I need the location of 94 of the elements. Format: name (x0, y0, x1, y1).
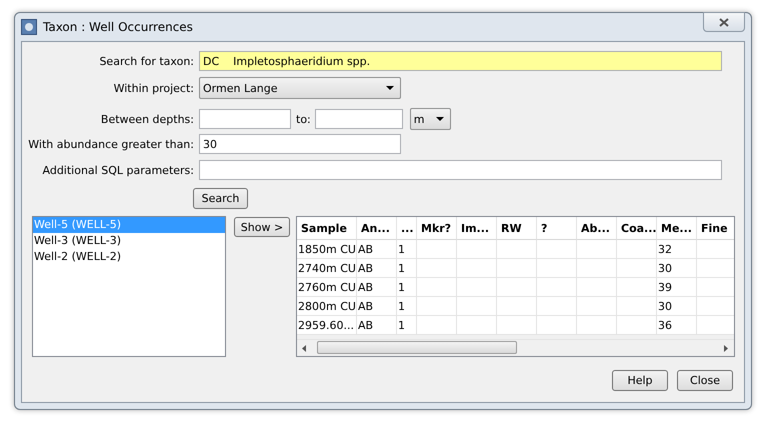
table-cell: 2760m CU (297, 278, 357, 297)
table-cell (457, 297, 497, 316)
table-cell: 2740m CU (297, 259, 357, 278)
input-field[interactable] (199, 109, 291, 129)
table-cell (577, 297, 617, 316)
scroll-left-icon (302, 344, 306, 352)
unit-dropdown[interactable]: m (410, 108, 451, 130)
dropdown-arrow-icon (386, 86, 394, 90)
table-cell: 1 (397, 297, 417, 316)
show-button[interactable]: Show > (234, 217, 290, 237)
input-field[interactable] (314, 109, 403, 129)
table-cell: 36 (657, 316, 697, 335)
input-field[interactable]: DC Impletosphaeridium spp. (199, 51, 722, 71)
table-cell (457, 240, 497, 259)
field-label: Between depths: (100, 112, 195, 126)
table-cell (697, 259, 734, 278)
column-header[interactable]: ? (537, 217, 577, 240)
field-label: Additional SQL parameters: (42, 164, 195, 176)
column-header[interactable]: RW (497, 217, 537, 240)
list-item[interactable]: Well-2 (WELL-2) (33, 249, 225, 265)
table-cell (417, 316, 457, 335)
table-cell (697, 316, 734, 335)
column-header[interactable]: Me... (657, 217, 697, 240)
dropdown-arrow-icon (436, 117, 444, 121)
table-cell (617, 297, 657, 316)
table-cell (457, 316, 497, 335)
horizontal-scrollbar[interactable] (297, 339, 734, 356)
table-cell: 1 (397, 316, 417, 335)
table-cell (497, 259, 537, 278)
table-cell: 1 (397, 259, 417, 278)
scroll-right-icon (724, 344, 728, 352)
table-cell (577, 278, 617, 297)
table-cell (537, 259, 577, 278)
table-cell (697, 278, 734, 297)
project-dropdown[interactable]: Ormen Lange (199, 77, 401, 99)
table-cell: 1 (397, 278, 417, 297)
column-header[interactable]: Sample (297, 217, 357, 240)
table-cell (577, 240, 617, 259)
table-cell (417, 278, 457, 297)
table-cell: AB (357, 259, 397, 278)
field-label: With abundance greater than: (27, 138, 195, 150)
window-title: Taxon : Well Occurrences (43, 20, 193, 34)
app-icon (21, 19, 37, 35)
table-cell (577, 316, 617, 335)
column-header[interactable]: ... (397, 217, 417, 240)
table-cell: 30 (657, 297, 697, 316)
column-header[interactable]: Coa... (617, 217, 657, 240)
table-cell (497, 297, 537, 316)
close-button[interactable] (703, 12, 745, 32)
column-header[interactable]: Ab... (577, 217, 617, 240)
table-cell: 2959.60... (297, 316, 357, 335)
table-cell (497, 278, 537, 297)
table-cell: 30 (657, 259, 697, 278)
table-cell: 1 (397, 240, 417, 259)
list-item[interactable]: Well-3 (WELL-3) (33, 233, 225, 249)
field-label: Within project: (112, 82, 195, 94)
table-cell: 32 (657, 240, 697, 259)
dialog-button[interactable]: Close (677, 370, 733, 391)
field-label: Search for taxon: (98, 54, 195, 68)
column-header[interactable]: Mkr? (417, 217, 457, 240)
table-cell (417, 297, 457, 316)
table-cell (417, 259, 457, 278)
table-cell (457, 259, 497, 278)
table-cell (697, 297, 734, 316)
table-cell (537, 278, 577, 297)
table-cell (497, 316, 537, 335)
table-cell (457, 278, 497, 297)
table-cell (617, 278, 657, 297)
table-cell (537, 297, 577, 316)
table-cell: AB (357, 240, 397, 259)
table-cell (617, 316, 657, 335)
table-cell: AB (357, 278, 397, 297)
table-cell (617, 240, 657, 259)
column-header[interactable]: An... (357, 217, 397, 240)
table-cell (497, 240, 537, 259)
table-cell: AB (357, 316, 397, 335)
table-cell (697, 240, 734, 259)
column-header[interactable]: Im... (457, 217, 497, 240)
input-field[interactable]: 30 (199, 134, 401, 154)
table-cell (617, 259, 657, 278)
field-label: to: (295, 112, 312, 126)
table-cell (577, 259, 617, 278)
dialog-button[interactable]: Help (612, 370, 668, 391)
table-cell: 2800m CU (297, 297, 357, 316)
table-cell (537, 240, 577, 259)
column-header[interactable]: Fine (697, 217, 734, 240)
table-cell: 39 (657, 278, 697, 297)
search-button[interactable]: Search (193, 188, 248, 209)
table-cell: AB (357, 297, 397, 316)
close-icon (719, 18, 729, 26)
input-field[interactable] (199, 160, 722, 180)
table-cell (537, 316, 577, 335)
table-cell: 1850m CU (297, 240, 357, 259)
table-cell (417, 240, 457, 259)
